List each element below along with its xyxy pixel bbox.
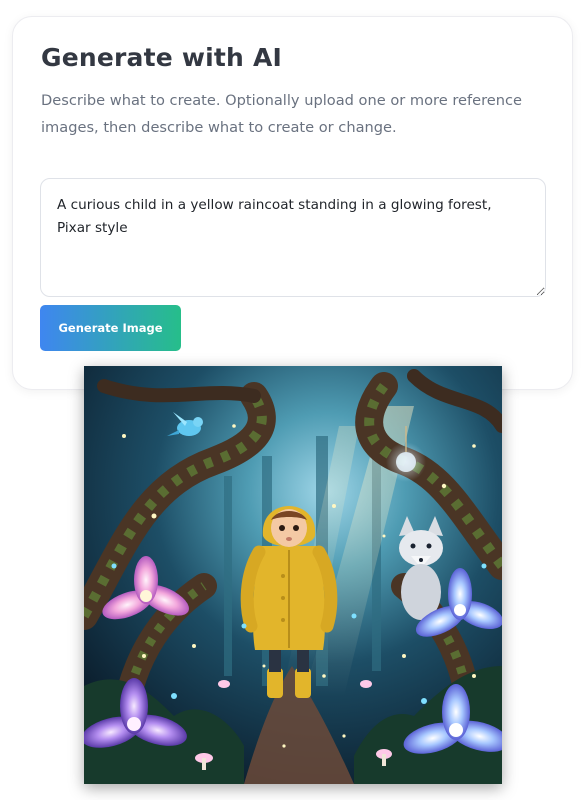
generated-image xyxy=(84,366,502,784)
prompt-input[interactable]: A curious child in a yellow raincoat sta… xyxy=(40,178,546,297)
generate-image-button[interactable]: Generate Image xyxy=(40,305,181,351)
page-title: Generate with AI xyxy=(41,43,283,72)
instructions-text: Describe what to create. Optionally uplo… xyxy=(41,92,523,136)
generate-card: Generate with AI Describe what to create… xyxy=(12,16,573,390)
forest-child-illustration xyxy=(84,366,502,784)
